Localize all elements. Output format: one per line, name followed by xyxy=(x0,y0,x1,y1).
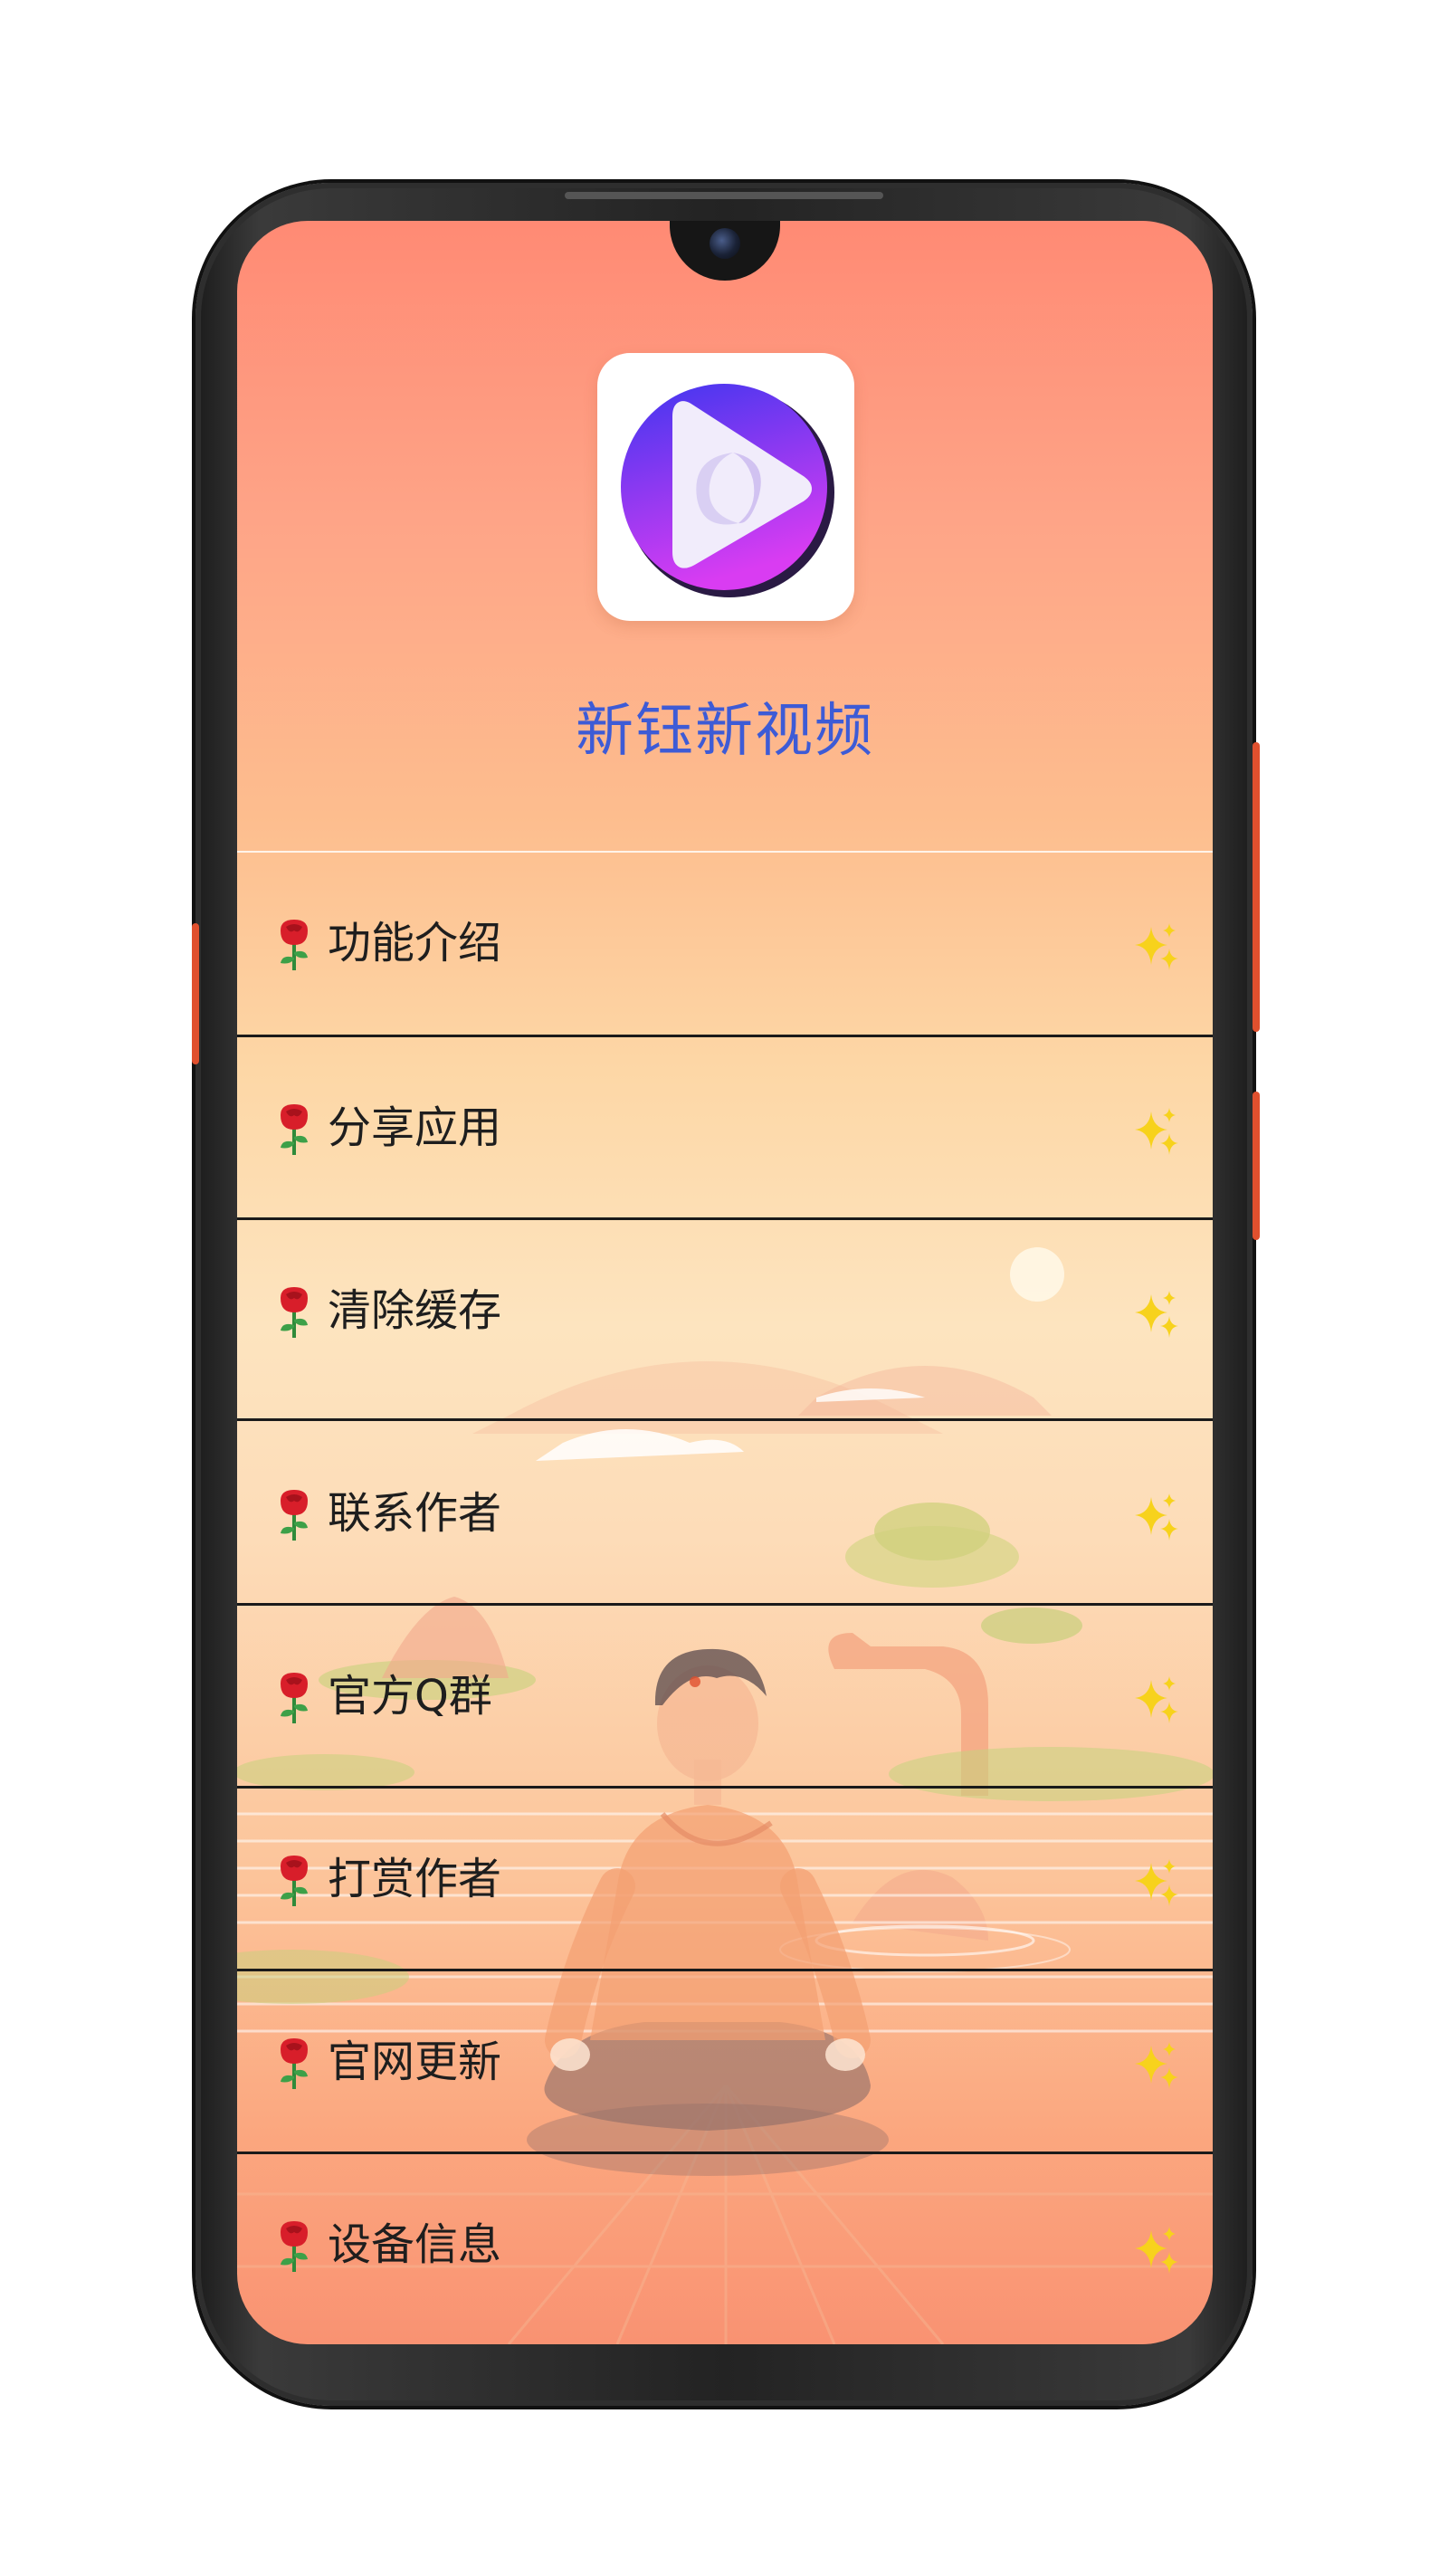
menu-item-clear-cache[interactable]: 清除缓存 xyxy=(237,1220,1213,1421)
front-camera xyxy=(710,228,740,259)
menu-item-label: 清除缓存 xyxy=(328,1285,502,1336)
menu-item-feature-intro[interactable]: 功能介绍 xyxy=(237,853,1213,1037)
rose-icon xyxy=(281,1490,308,1541)
menu-item-label: 官方Q群 xyxy=(328,1671,492,1722)
rose-icon xyxy=(281,1856,308,1906)
menu-item-tip-author[interactable]: 打赏作者 xyxy=(237,1789,1213,1971)
menu-item-label: 功能介绍 xyxy=(328,918,502,968)
menu-item-website-update[interactable]: 官网更新 xyxy=(237,1971,1213,2154)
menu-item-label: 联系作者 xyxy=(328,1488,502,1539)
menu-item-official-qq-group[interactable]: 官方Q群 xyxy=(237,1606,1213,1789)
rose-icon xyxy=(281,1104,308,1155)
app-logo xyxy=(597,353,854,621)
rose-icon xyxy=(281,2221,308,2272)
sparkles-icon xyxy=(1135,1108,1178,1155)
menu-item-label: 打赏作者 xyxy=(328,1854,502,1904)
stage: 新钰新视频 功能介绍 分享应用 清除缓存 联系作者 官方Q群 打赏作者 官网更新… xyxy=(0,0,1448,2576)
sparkles-icon xyxy=(1135,1859,1178,1906)
sparkles-icon xyxy=(1135,2227,1178,2274)
play-button-icon xyxy=(621,384,834,597)
rose-icon xyxy=(281,1673,308,1723)
sparkles-icon xyxy=(1135,2042,1178,2089)
rose-icon xyxy=(281,920,308,970)
sparkles-icon xyxy=(1135,923,1178,970)
app-screen: 新钰新视频 功能介绍 分享应用 清除缓存 联系作者 官方Q群 打赏作者 官网更新… xyxy=(237,221,1213,2344)
menu-item-label: 设备信息 xyxy=(328,2219,502,2270)
camera-notch xyxy=(670,221,780,281)
phone-side-button-left xyxy=(192,923,199,1064)
rose-icon xyxy=(281,2038,308,2089)
phone-side-button-right-lower xyxy=(1253,1092,1260,1240)
earpiece xyxy=(565,192,883,199)
rose-icon xyxy=(281,1287,308,1338)
sparkles-icon xyxy=(1135,1493,1178,1541)
phone-side-button-right-upper xyxy=(1253,742,1260,1032)
app-title: 新钰新视频 xyxy=(576,698,874,765)
sparkles-icon xyxy=(1135,1676,1178,1723)
menu-item-label: 官网更新 xyxy=(328,2037,502,2087)
sparkles-icon xyxy=(1135,1291,1178,1338)
menu-item-share-app[interactable]: 分享应用 xyxy=(237,1037,1213,1220)
menu-item-contact-author[interactable]: 联系作者 xyxy=(237,1421,1213,1606)
menu-item-label: 分享应用 xyxy=(328,1102,502,1153)
menu-item-device-info[interactable]: 设备信息 xyxy=(237,2154,1213,2344)
